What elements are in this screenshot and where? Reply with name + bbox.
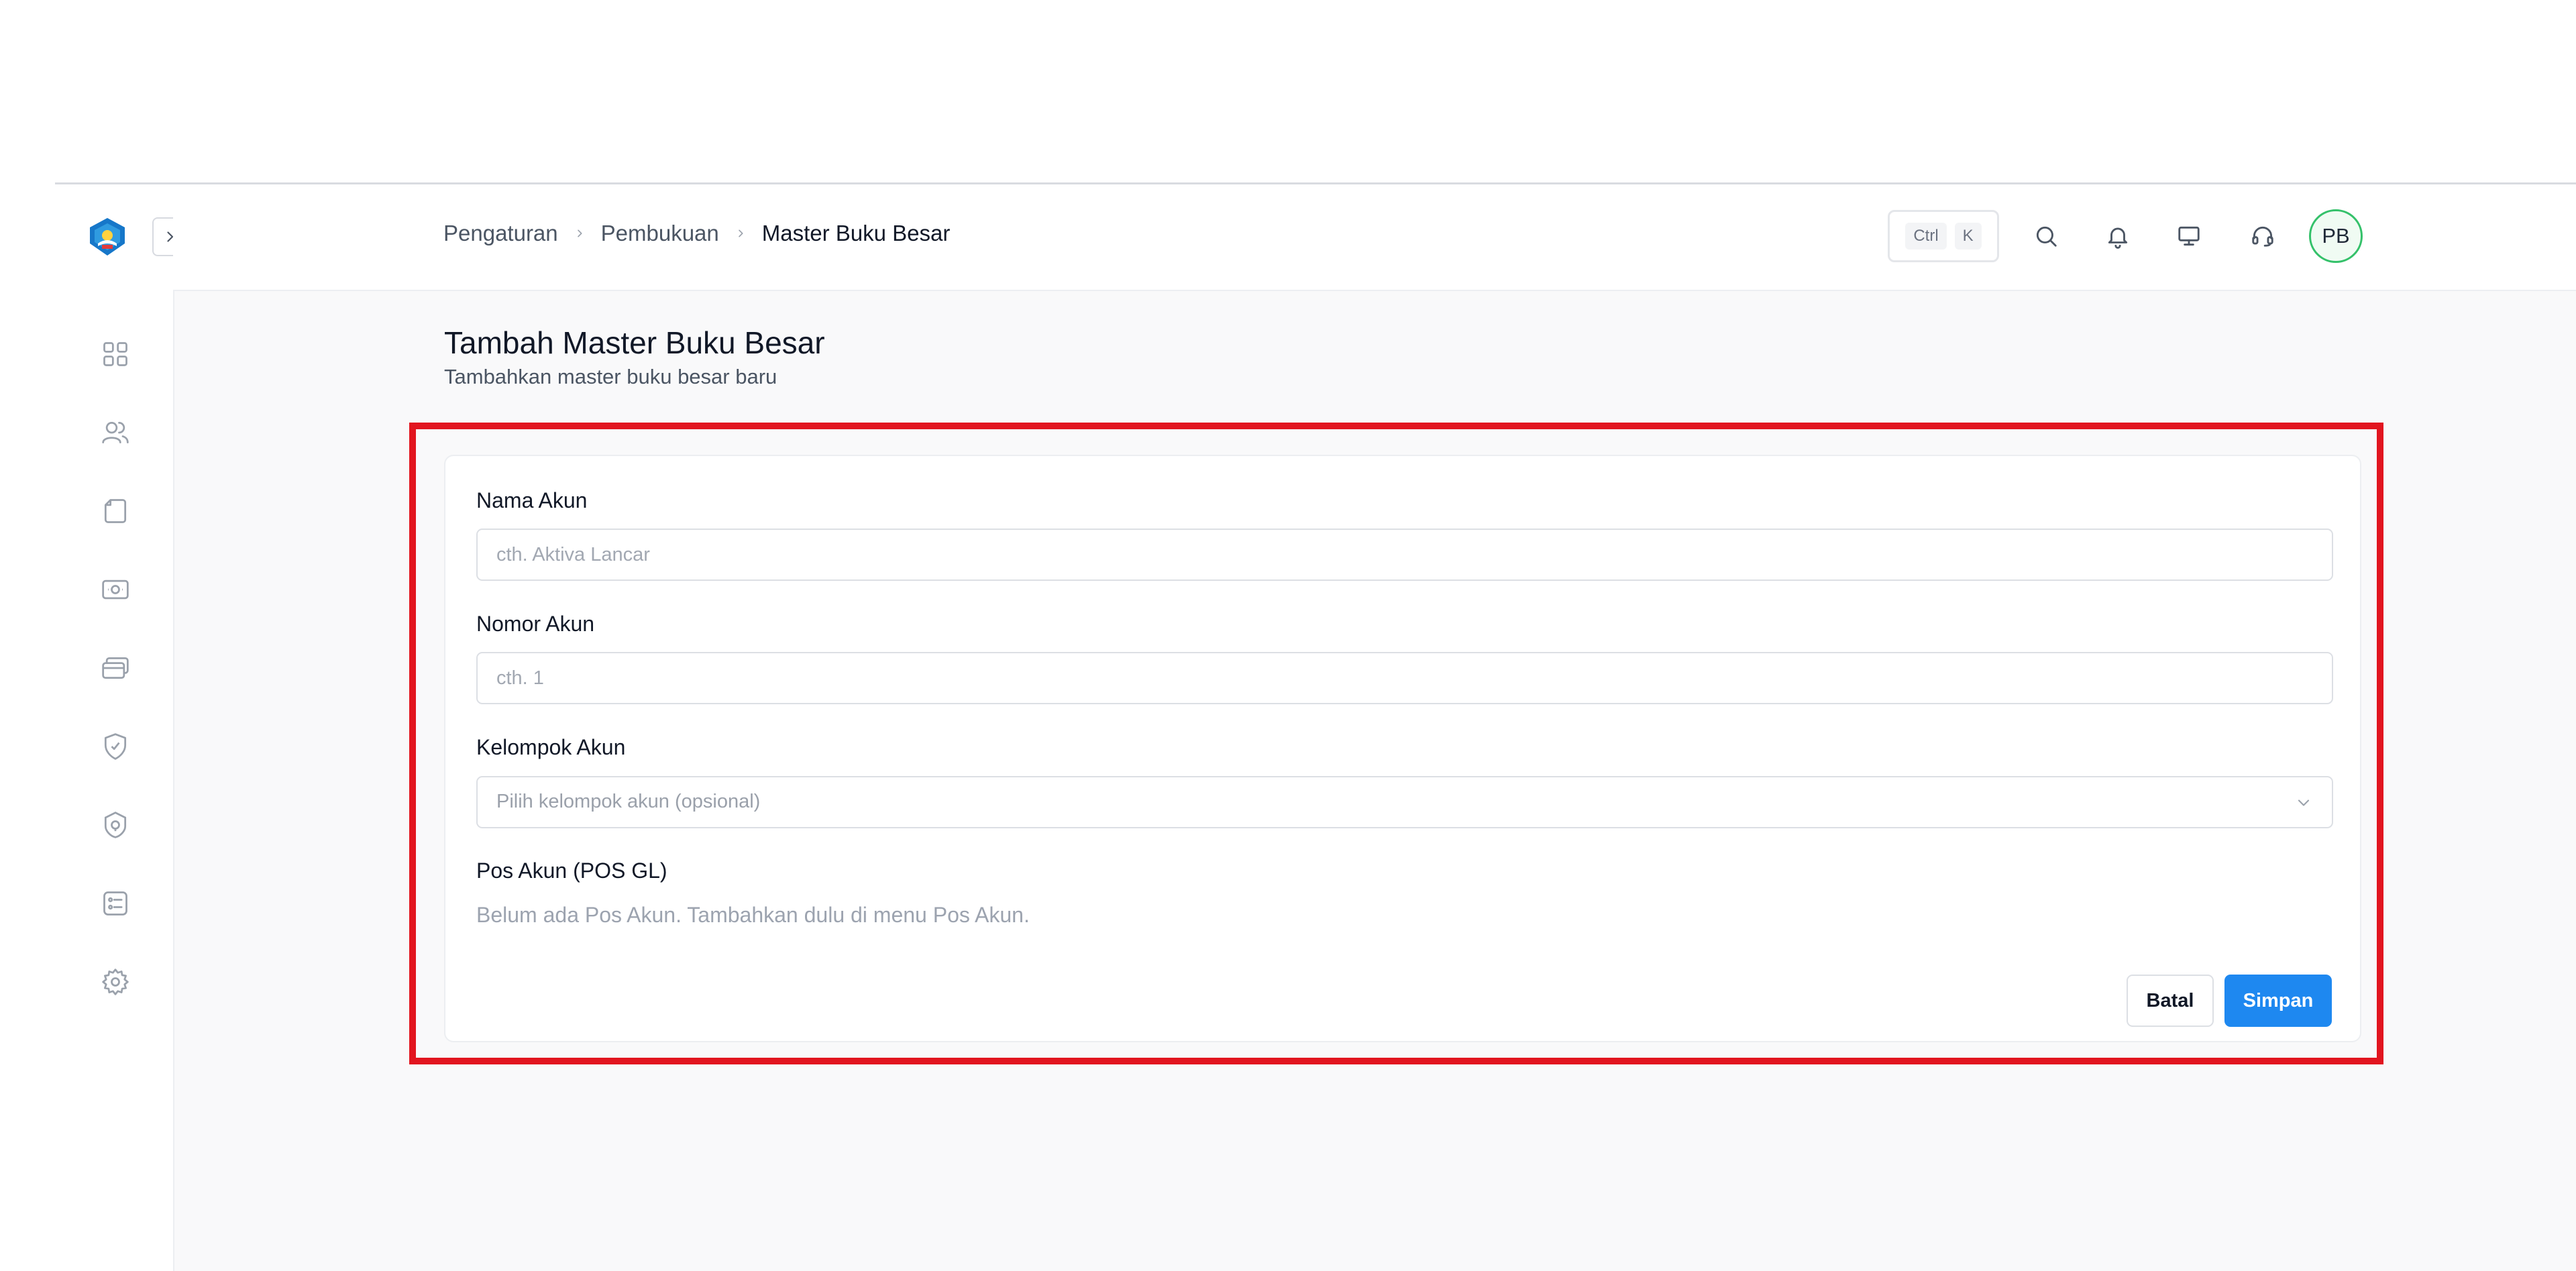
nomor-akun-input[interactable] <box>478 653 2332 703</box>
sidebar-item-cards[interactable] <box>97 649 134 687</box>
pos-akun-label: Pos Akun (POS GL) <box>476 859 667 883</box>
shortcut-key-ctrl: Ctrl <box>1905 223 1947 250</box>
kelompok-akun-label: Kelompok Akun <box>476 735 626 759</box>
nomor-akun-label: Nomor Akun <box>476 612 595 636</box>
nama-akun-input[interactable] <box>478 530 2332 579</box>
shortcut-key-k: K <box>1954 223 1982 250</box>
chevron-down-icon <box>2294 793 2313 816</box>
command-palette-shortcut[interactable]: Ctrl K <box>1888 210 1999 262</box>
sidebar-item-list[interactable] <box>97 885 134 922</box>
pos-akun-empty-message: Belum ada Pos Akun. Tambahkan dulu di me… <box>476 903 1030 927</box>
nama-akun-label: Nama Akun <box>476 488 588 512</box>
dashboard-icon <box>103 342 127 366</box>
top-header: Pengaturan Pembukuan Master Buku Besar C… <box>173 184 2576 291</box>
breadcrumb-item-pembukuan[interactable]: Pembukuan <box>601 221 719 246</box>
chevron-right-icon <box>574 228 585 239</box>
document-icon <box>104 499 127 523</box>
sidebar <box>55 184 193 1271</box>
page-subtitle: Tambahkan master buku besar baru <box>444 365 777 388</box>
sidebar-item-finance[interactable] <box>97 571 134 608</box>
gear-icon <box>102 969 129 995</box>
nomor-akun-field[interactable] <box>476 652 2333 704</box>
chevron-right-icon <box>735 228 746 239</box>
support-button[interactable] <box>2244 217 2282 255</box>
breadcrumb-item-pengaturan[interactable]: Pengaturan <box>443 221 558 246</box>
kelompok-akun-placeholder: Pilih kelompok akun (opsional) <box>496 791 761 812</box>
bell-icon <box>2108 227 2128 249</box>
money-icon <box>102 579 129 600</box>
headset-icon <box>2252 226 2273 247</box>
list-icon <box>103 891 127 916</box>
sidebar-item-dashboard[interactable] <box>97 335 134 373</box>
monitor-icon <box>2178 226 2200 246</box>
search-button[interactable] <box>2027 217 2065 255</box>
shield-icon <box>104 733 127 760</box>
notifications-button[interactable] <box>2099 217 2137 255</box>
user-avatar[interactable]: PB <box>2309 209 2363 263</box>
sidebar-item-documents[interactable] <box>97 492 134 530</box>
sidebar-nav <box>97 335 134 1042</box>
sidebar-item-access[interactable] <box>97 806 134 844</box>
display-button[interactable] <box>2170 217 2208 255</box>
nama-akun-field[interactable] <box>476 529 2333 581</box>
save-button[interactable]: Simpan <box>2224 975 2332 1027</box>
cancel-button[interactable]: Batal <box>2127 975 2214 1027</box>
sidebar-item-security[interactable] <box>97 728 134 765</box>
sidebar-item-settings[interactable] <box>97 963 134 1001</box>
search-icon <box>2036 226 2057 247</box>
breadcrumb: Pengaturan Pembukuan Master Buku Besar <box>443 221 950 246</box>
app-logo[interactable] <box>87 217 127 257</box>
users-icon <box>102 421 129 444</box>
cards-icon <box>102 657 129 679</box>
breadcrumb-current: Master Buku Besar <box>761 221 951 245</box>
lock-icon <box>104 812 127 838</box>
kelompok-akun-select[interactable]: Pilih kelompok akun (opsional) <box>476 776 2333 828</box>
page-title: Tambah Master Buku Besar <box>444 325 825 360</box>
main-content: Tambah Master Buku Besar Tambahkan maste… <box>174 291 2576 1271</box>
form-card: Nama Akun Nomor Akun Kelompok Akun Pilih… <box>444 455 2361 1042</box>
sidebar-item-users[interactable] <box>97 414 134 451</box>
